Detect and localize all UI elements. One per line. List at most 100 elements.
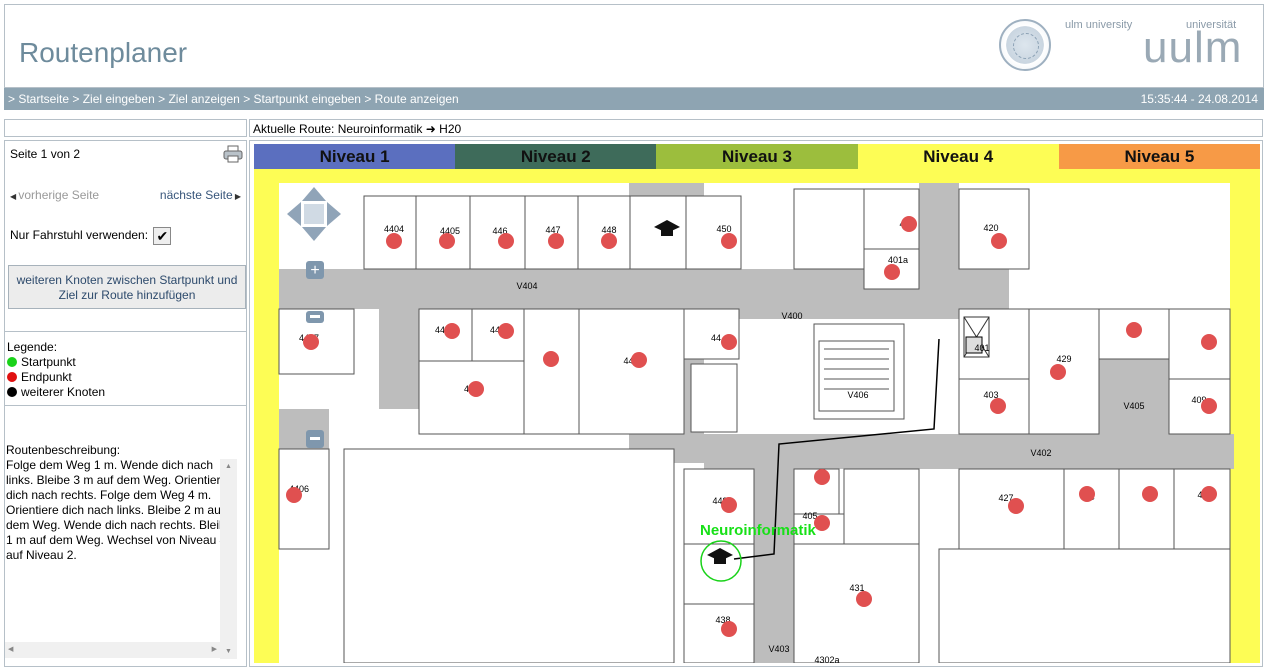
- add-node-button[interactable]: weiteren Knoten zwischen Startpunkt und …: [8, 265, 246, 309]
- legend-title: Legende:: [7, 340, 58, 354]
- tab-level-1[interactable]: Niveau 1: [254, 144, 456, 169]
- app-title: Routenplaner: [19, 37, 188, 68]
- divider: [5, 405, 246, 406]
- breadcrumb-enter-destination[interactable]: > Ziel eingeben: [72, 92, 154, 106]
- zoom-in-icon[interactable]: +: [306, 261, 324, 279]
- node-marker: [721, 334, 737, 350]
- tab-level-2[interactable]: Niveau 2: [455, 144, 657, 169]
- scroll-down-icon[interactable]: ▼: [225, 648, 232, 655]
- breadcrumb-show-destination[interactable]: > Ziel anzeigen: [158, 92, 240, 106]
- prev-page-link[interactable]: ◀ vorherige Seite: [10, 188, 99, 202]
- divider: [5, 331, 246, 332]
- node-marker: [548, 233, 564, 249]
- room-label: V404: [516, 281, 537, 291]
- route-description-title: Routenbeschreibung:: [6, 443, 121, 457]
- node-marker: [901, 216, 917, 232]
- map-panel: Niveau 1 Niveau 2 Niveau 3 Niveau 4 Nive…: [249, 140, 1263, 667]
- node-marker: [814, 469, 830, 485]
- node-marker: [1201, 334, 1217, 350]
- scroll-up-icon[interactable]: ▲: [225, 463, 232, 470]
- elevator-option: Nur Fahrstuhl verwenden: ✔: [10, 227, 172, 245]
- node-marker: [439, 233, 455, 249]
- room-label: V405: [1123, 401, 1144, 411]
- uulm-wordmark: uulm: [1143, 23, 1243, 72]
- tab-level-4[interactable]: Niveau 4: [857, 144, 1059, 169]
- floor-map[interactable]: + Neuroinformatik 4404 4405 446 447 448 …: [254, 169, 1260, 663]
- checkmark-icon: ✔: [156, 228, 169, 244]
- printer-icon[interactable]: [223, 145, 243, 163]
- node-marker: [303, 334, 319, 350]
- tab-level-5[interactable]: Niveau 5: [1058, 144, 1261, 169]
- node-marker: [990, 398, 1006, 414]
- room-label: V403: [768, 644, 789, 654]
- node-marker: [721, 497, 737, 513]
- university-seal-logo: [999, 19, 1051, 71]
- clock: 15:35:44 - 24.08.2014: [1140, 92, 1258, 106]
- node-marker: [601, 233, 617, 249]
- zoom-out-icon[interactable]: [306, 430, 324, 448]
- university-name-en: ulm university: [1065, 19, 1133, 31]
- node-marker: [721, 621, 737, 637]
- room-label: V400: [781, 311, 802, 321]
- legend: Legende: Startpunkt Endpunkt weiterer Kn…: [7, 340, 105, 400]
- black-dot-icon: [7, 387, 17, 397]
- room-label: 429: [1056, 354, 1071, 364]
- node-marker: [543, 351, 559, 367]
- room-label: 4404: [384, 224, 404, 234]
- breadcrumb-bar: > Startseite > Ziel eingeben > Ziel anze…: [4, 88, 1264, 110]
- page-count: Seite 1 von 2: [10, 147, 81, 161]
- route-description-text: Folge dem Weg 1 m. Wende dich nach links…: [6, 458, 233, 562]
- node-marker: [1126, 322, 1142, 338]
- horizontal-scrollbar[interactable]: ◀ ▶: [5, 642, 220, 658]
- sidebar-top-strip: [4, 119, 247, 137]
- red-dot-icon: [7, 372, 17, 382]
- node-marker: [1008, 498, 1024, 514]
- node-marker: [991, 233, 1007, 249]
- room-label: 450: [716, 224, 731, 234]
- sidebar: Seite 1 von 2 ◀ vorherige Seite nächste …: [4, 140, 247, 667]
- room-label: 44: [711, 333, 721, 343]
- prev-page-label: vorherige Seite: [18, 188, 100, 202]
- scroll-left-icon[interactable]: ◀: [8, 645, 13, 653]
- next-page-link[interactable]: nächste Seite ▶: [160, 188, 241, 202]
- node-marker: [814, 515, 830, 531]
- breadcrumb-enter-start[interactable]: > Startpunkt eingeben: [243, 92, 361, 106]
- legend-label: Startpunkt: [21, 355, 76, 369]
- route-target: H20: [439, 122, 462, 136]
- node-marker: [286, 487, 302, 503]
- zoom-out-icon[interactable]: [306, 311, 324, 323]
- vertical-scrollbar[interactable]: ▲ ▼: [220, 459, 237, 659]
- node-marker: [498, 323, 514, 339]
- node-marker: [468, 381, 484, 397]
- room-label: V402: [1030, 448, 1051, 458]
- floor-plan[interactable]: + Neuroinformatik 4404 4405 446 447 448 …: [254, 169, 1260, 663]
- node-marker: [1079, 486, 1095, 502]
- breadcrumb: > Startseite > Ziel eingeben > Ziel anze…: [8, 92, 459, 106]
- start-label: Neuroinformatik: [700, 522, 817, 539]
- node-marker: [1142, 486, 1158, 502]
- scroll-right-icon[interactable]: ▶: [212, 645, 217, 653]
- node-marker: [1201, 486, 1217, 502]
- node-marker: [386, 233, 402, 249]
- node-marker: [1050, 364, 1066, 380]
- level-tabs: Niveau 1 Niveau 2 Niveau 3 Niveau 4 Nive…: [254, 144, 1261, 169]
- room-label: V406: [847, 390, 868, 400]
- room-label: 4302a: [814, 655, 839, 663]
- legend-label: Endpunkt: [21, 370, 72, 384]
- node-marker: [884, 264, 900, 280]
- header: Routenplaner ulm university universität …: [4, 4, 1264, 88]
- node-marker: [631, 352, 647, 368]
- stairs-icon: [818, 340, 895, 412]
- breadcrumb-show-route[interactable]: > Route anzeigen: [364, 92, 458, 106]
- legend-item: weiterer Knoten: [7, 385, 105, 400]
- room-label: 420: [983, 223, 998, 233]
- tab-level-3[interactable]: Niveau 3: [656, 144, 858, 169]
- elevator-checkbox[interactable]: ✔: [153, 227, 172, 245]
- next-page-label: nächste Seite: [159, 188, 233, 202]
- legend-item: Startpunkt: [7, 355, 105, 370]
- arrow-right-icon: ➜: [425, 122, 436, 136]
- breadcrumb-home[interactable]: > Startseite: [8, 92, 69, 106]
- legend-item: Endpunkt: [7, 370, 105, 385]
- elevator-label: Nur Fahrstuhl verwenden:: [10, 228, 149, 243]
- caret-right-icon: ▶: [232, 192, 241, 201]
